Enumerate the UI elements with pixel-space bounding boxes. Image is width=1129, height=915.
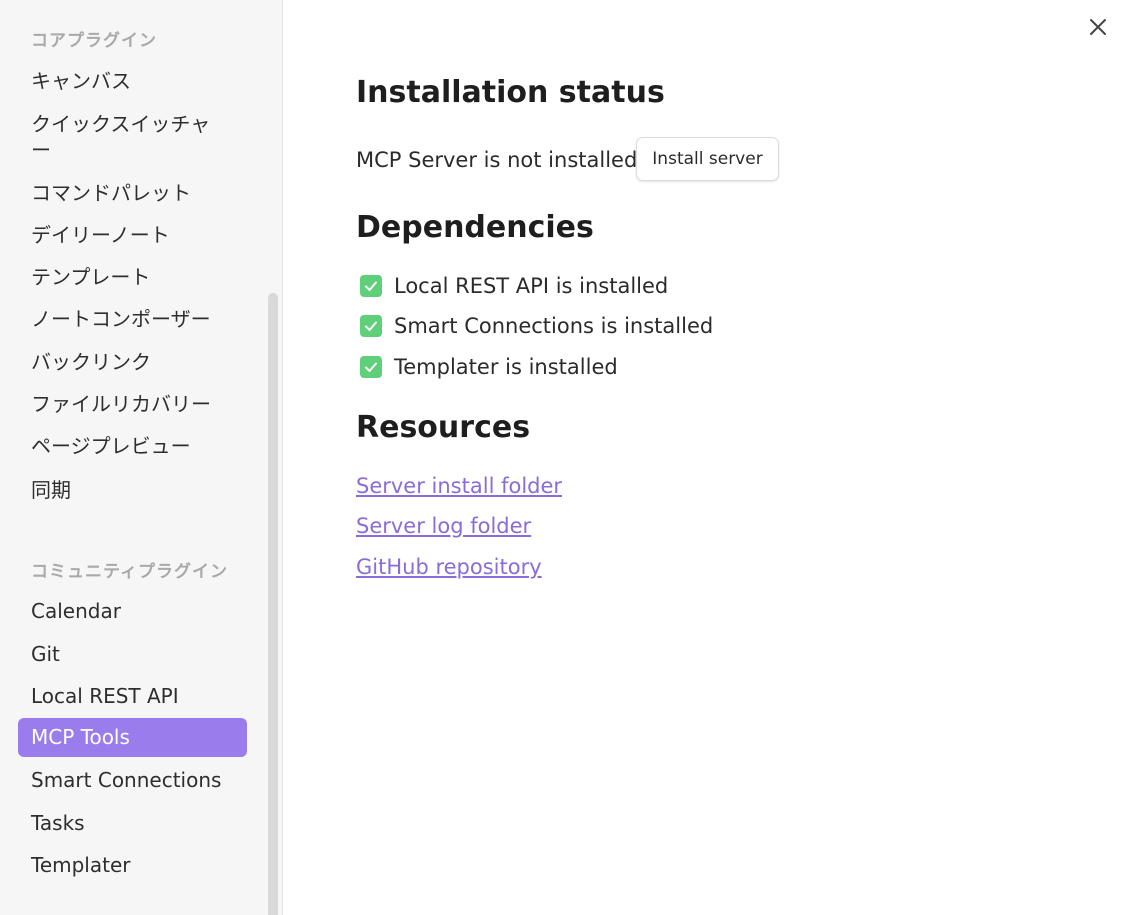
dependency-item: Templater is installed xyxy=(360,354,618,380)
resources-title: Resources xyxy=(356,410,531,445)
settings-sidebar: コアプラグイン キャンバス クイックスイッチャ ー コマンドパレット デイリーノ… xyxy=(0,0,283,915)
install-server-button[interactable]: Install server xyxy=(636,137,779,181)
server-log-folder-link[interactable]: Server log folder xyxy=(356,513,531,539)
core-plugins-heading: コアプラグイン xyxy=(31,31,157,51)
sidebar-item-page-preview[interactable]: ページプレビュー xyxy=(18,433,247,459)
sidebar-item-local-rest-api[interactable]: Local REST API xyxy=(18,683,247,709)
sidebar-item-note-composer[interactable]: ノートコンポーザー xyxy=(18,306,247,332)
check-icon xyxy=(360,275,382,297)
dependency-label: Smart Connections is installed xyxy=(394,314,714,338)
sidebar-item-templater[interactable]: Templater xyxy=(18,852,247,878)
dependencies-title: Dependencies xyxy=(356,210,594,245)
sidebar-item-canvas[interactable]: キャンバス xyxy=(18,68,247,94)
dependency-item: Smart Connections is installed xyxy=(360,313,713,339)
sidebar-item-templates[interactable]: テンプレート xyxy=(18,264,247,290)
installation-status-title: Installation status xyxy=(356,75,665,110)
check-icon xyxy=(360,315,382,337)
sidebar-item-file-recovery[interactable]: ファイルリカバリー xyxy=(18,391,247,417)
dependency-item: Local REST API is installed xyxy=(360,273,668,299)
close-icon[interactable] xyxy=(1088,17,1108,37)
check-icon xyxy=(360,356,382,378)
github-repository-link[interactable]: GitHub repository xyxy=(356,554,542,580)
dependency-label: Local REST API is installed xyxy=(394,274,669,298)
sidebar-item-smart-connections[interactable]: Smart Connections xyxy=(18,767,247,793)
community-plugins-heading: コミュニティプラグイン xyxy=(31,562,228,582)
dependency-label: Templater is installed xyxy=(394,355,618,379)
server-install-folder-link[interactable]: Server install folder xyxy=(356,473,562,499)
sidebar-item-quick-switcher[interactable]: クイックスイッチャ ー xyxy=(18,111,247,163)
sidebar-item-command-palette[interactable]: コマンドパレット xyxy=(18,180,247,206)
sidebar-item-git[interactable]: Git xyxy=(18,641,247,667)
sidebar-item-sync[interactable]: 同期 xyxy=(18,477,247,503)
server-status-text: MCP Server is not installed xyxy=(356,148,638,172)
sidebar-item-backlinks[interactable]: バックリンク xyxy=(18,349,247,375)
sidebar-item-tasks[interactable]: Tasks xyxy=(18,810,247,836)
sidebar-scrollbar[interactable] xyxy=(268,293,278,915)
sidebar-item-daily-notes[interactable]: デイリーノート xyxy=(18,222,247,248)
sidebar-item-mcp-tools[interactable]: MCP Tools xyxy=(18,718,247,757)
sidebar-item-calendar[interactable]: Calendar xyxy=(18,598,247,624)
